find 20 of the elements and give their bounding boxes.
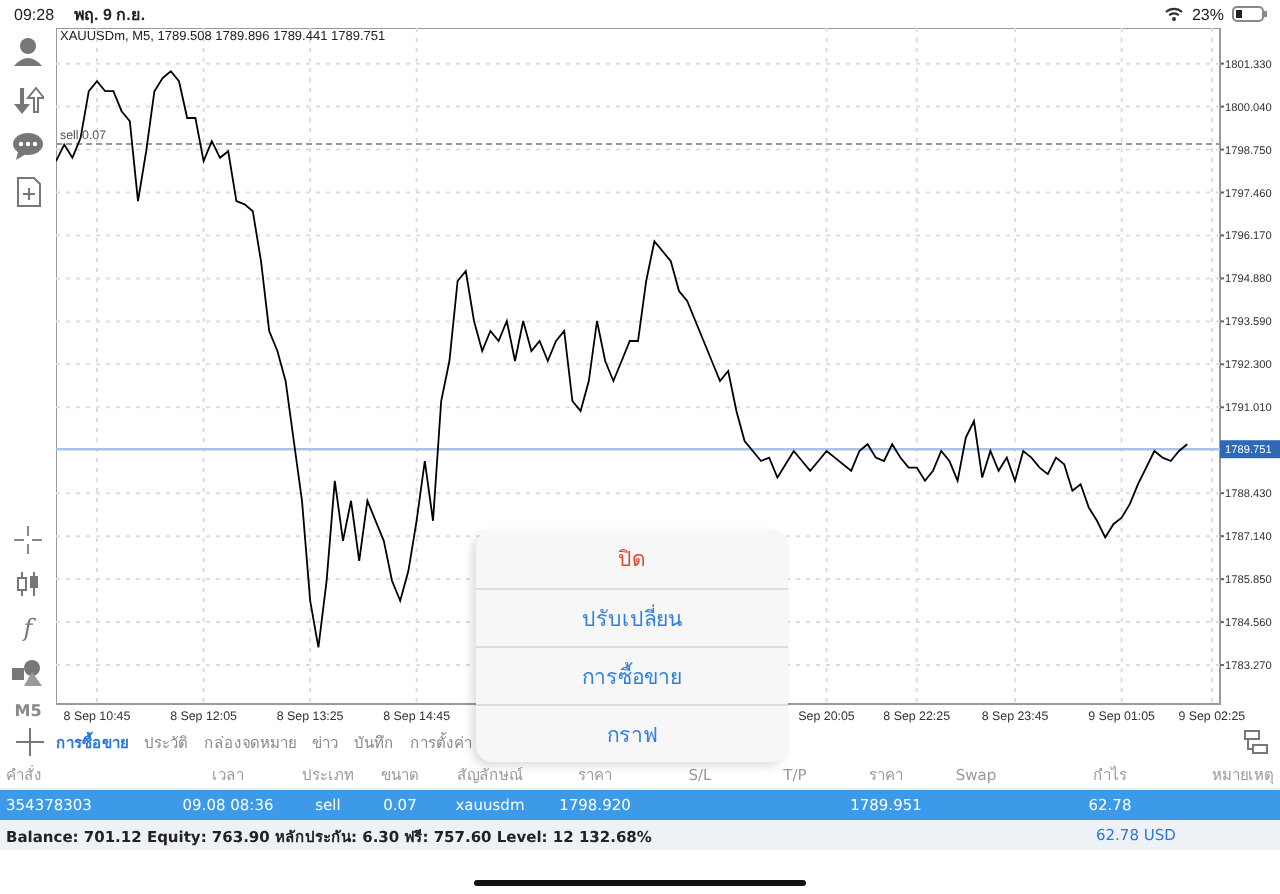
candlestick-icon[interactable]: [14, 570, 42, 598]
layout-icon[interactable]: [1244, 730, 1268, 754]
battery-icon: [1232, 6, 1268, 22]
crosshair-icon[interactable]: [14, 526, 42, 554]
indicators-button[interactable]: f: [23, 614, 33, 642]
menu-item[interactable]: กราฟ: [476, 704, 788, 762]
menu-item[interactable]: ปิด: [476, 530, 788, 588]
new-document-icon[interactable]: [15, 176, 41, 208]
add-icon[interactable]: [16, 728, 44, 756]
status-time: 09:28: [14, 5, 55, 23]
menu-item[interactable]: ปรับเปลี่ยน: [476, 588, 788, 646]
arrows-icon[interactable]: [12, 84, 44, 116]
timeframe-button[interactable]: M5: [14, 702, 42, 720]
wifi-icon: [1163, 6, 1184, 22]
menu-item[interactable]: การซื้อขาย: [476, 646, 788, 704]
status-date: พฤ. 9 ก.ย.: [74, 3, 146, 27]
objects-icon[interactable]: [12, 658, 44, 686]
chat-icon[interactable]: [12, 132, 44, 160]
account-icon[interactable]: [12, 36, 44, 68]
battery-percent: 23%: [1191, 5, 1224, 23]
